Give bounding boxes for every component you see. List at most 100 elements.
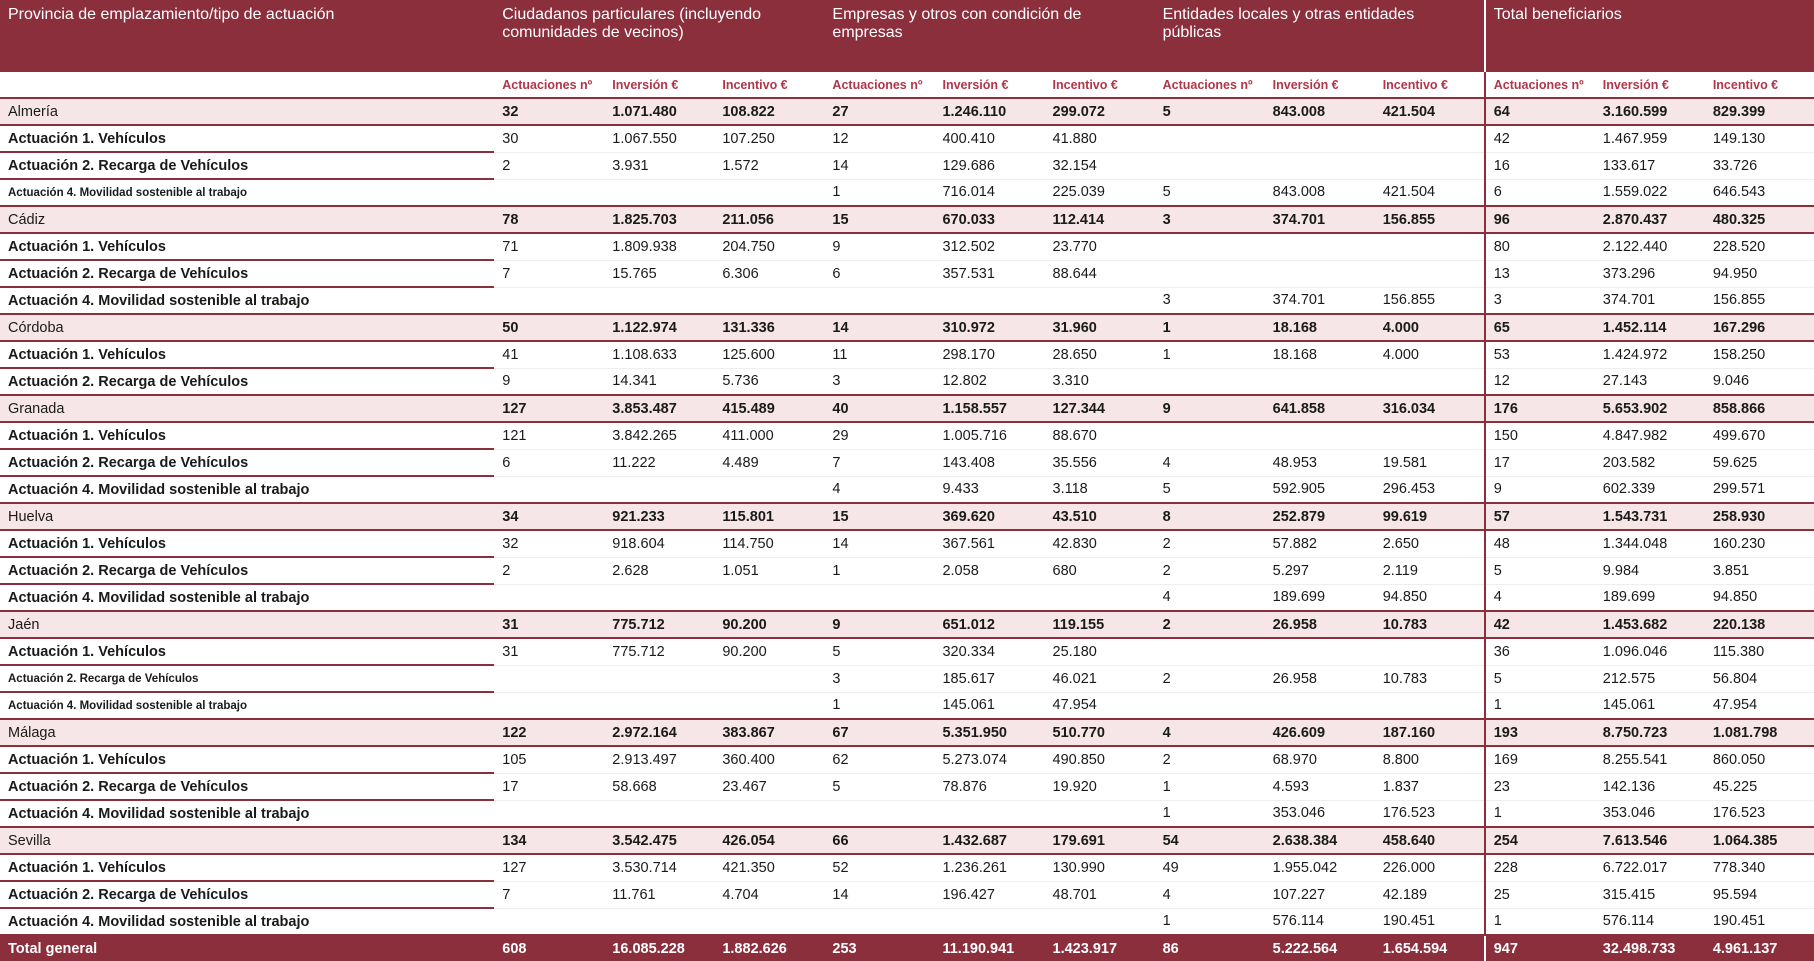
actuaciones-cell: 122 bbox=[494, 719, 605, 747]
actuaciones-cell bbox=[824, 287, 935, 315]
incentivo-cell: 131.336 bbox=[714, 314, 825, 342]
inversion-cell: 1.467.959 bbox=[1594, 125, 1705, 153]
actuation-row: Actuación 2. Recarga de Vehículos 2 2.628 1… bbox=[0, 557, 1814, 585]
inversion-cell: 143.408 bbox=[934, 449, 1045, 477]
incentivo-cell: 115.801 bbox=[714, 503, 825, 531]
actuaciones-cell: 4 bbox=[1483, 584, 1595, 612]
incentivo-cell bbox=[1044, 908, 1155, 936]
incentivo-cell: 1.654.594 bbox=[1374, 935, 1485, 961]
inversion-cell: 1.809.938 bbox=[604, 233, 715, 261]
actuaciones-cell bbox=[1154, 260, 1265, 288]
actuaciones-subheader: Actuaciones nº bbox=[494, 72, 605, 99]
inversion-cell bbox=[604, 287, 715, 315]
inversion-cell: 312.502 bbox=[934, 233, 1045, 261]
incentivo-cell: 1.081.798 bbox=[1704, 719, 1814, 747]
subheader-blank bbox=[0, 72, 495, 99]
inversion-cell bbox=[1264, 638, 1375, 666]
actuaciones-cell bbox=[494, 800, 605, 828]
inversion-cell: 1.096.046 bbox=[1594, 638, 1705, 666]
actuaciones-cell: 2 bbox=[1154, 530, 1265, 558]
actuaciones-cell bbox=[1154, 422, 1265, 450]
actuation-row: Actuación 4. Movilidad sostenible al tra… bbox=[0, 800, 1814, 828]
actuaciones-cell bbox=[494, 665, 605, 693]
inversion-cell: 5.273.074 bbox=[934, 746, 1045, 774]
actuaciones-cell: 7 bbox=[824, 449, 935, 477]
actuaciones-cell: 25 bbox=[1483, 881, 1595, 909]
inversion-cell: 18.168 bbox=[1264, 341, 1375, 369]
incentivo-cell bbox=[1044, 584, 1155, 612]
actuaciones-cell: 1 bbox=[824, 557, 935, 585]
inversion-cell: 374.701 bbox=[1264, 287, 1375, 315]
actuation-label: Actuación 2. Recarga de Vehículos bbox=[0, 368, 495, 396]
actuation-label: Actuación 4. Movilidad sostenible al tra… bbox=[0, 179, 495, 207]
actuaciones-cell bbox=[494, 476, 605, 504]
actuaciones-cell: 48 bbox=[1483, 530, 1595, 558]
inversion-cell: 189.699 bbox=[1594, 584, 1705, 612]
actuaciones-cell: 2 bbox=[494, 557, 605, 585]
inversion-cell: 8.750.723 bbox=[1594, 719, 1705, 747]
incentivo-cell bbox=[1374, 152, 1485, 180]
incentivo-cell: 1.882.626 bbox=[714, 935, 825, 961]
actuaciones-cell: 2 bbox=[1154, 665, 1265, 693]
inversion-cell: 1.158.557 bbox=[934, 395, 1045, 423]
incentivo-cell: 225.039 bbox=[1044, 179, 1155, 207]
incentivo-cell bbox=[714, 287, 825, 315]
actuaciones-cell: 9 bbox=[494, 368, 605, 396]
inversion-cell bbox=[1264, 260, 1375, 288]
incentivo-cell: 48.701 bbox=[1044, 881, 1155, 909]
inversion-cell: 1.452.114 bbox=[1594, 314, 1705, 342]
incentivo-subheader: Incentivo € bbox=[714, 72, 825, 99]
actuaciones-cell: 32 bbox=[494, 98, 605, 126]
inversion-cell: 315.415 bbox=[1594, 881, 1705, 909]
incentivo-cell: 108.822 bbox=[714, 98, 825, 126]
inversion-cell: 843.008 bbox=[1264, 98, 1375, 126]
actuaciones-cell bbox=[1154, 125, 1265, 153]
actuaciones-cell: 13 bbox=[1483, 260, 1595, 288]
actuaciones-cell: 9 bbox=[1483, 476, 1595, 504]
province-name: Málaga bbox=[0, 719, 495, 747]
incentivo-cell: 190.451 bbox=[1374, 908, 1485, 936]
incentivo-cell: 28.650 bbox=[1044, 341, 1155, 369]
incentivo-cell: 4.489 bbox=[714, 449, 825, 477]
incentivo-cell: 4.961.137 bbox=[1704, 935, 1814, 961]
inversion-cell: 298.170 bbox=[934, 341, 1045, 369]
actuaciones-cell: 3 bbox=[824, 368, 935, 396]
inversion-cell: 651.012 bbox=[934, 611, 1045, 639]
inversion-cell: 11.761 bbox=[604, 881, 715, 909]
incentivo-cell bbox=[1374, 260, 1485, 288]
inversion-cell: 320.334 bbox=[934, 638, 1045, 666]
actuaciones-cell: 65 bbox=[1483, 314, 1595, 342]
inversion-cell: 3.542.475 bbox=[604, 827, 715, 855]
inversion-cell bbox=[934, 287, 1045, 315]
actuation-label: Actuación 1. Vehículos bbox=[0, 530, 495, 558]
inversion-cell: 26.958 bbox=[1264, 611, 1375, 639]
incentivo-cell: 3.118 bbox=[1044, 476, 1155, 504]
actuaciones-cell bbox=[1154, 152, 1265, 180]
incentivo-cell: 4.000 bbox=[1374, 341, 1485, 369]
incentivo-cell: 19.581 bbox=[1374, 449, 1485, 477]
inversion-cell: 592.905 bbox=[1264, 476, 1375, 504]
inversion-cell: 374.701 bbox=[1264, 206, 1375, 234]
actuaciones-cell: 15 bbox=[824, 503, 935, 531]
incentivo-cell: 112.414 bbox=[1044, 206, 1155, 234]
inversion-cell: 4.847.982 bbox=[1594, 422, 1705, 450]
incentivo-cell: 360.400 bbox=[714, 746, 825, 774]
incentivo-cell: 46.021 bbox=[1044, 665, 1155, 693]
inversion-cell: 921.233 bbox=[604, 503, 715, 531]
inversion-cell: 1.067.550 bbox=[604, 125, 715, 153]
actuaciones-cell: 254 bbox=[1483, 827, 1595, 855]
incentivo-cell bbox=[714, 665, 825, 693]
actuation-row: Actuación 2. Recarga de Vehículos 6 11.222… bbox=[0, 449, 1814, 477]
actuaciones-cell: 96 bbox=[1483, 206, 1595, 234]
actuaciones-cell: 134 bbox=[494, 827, 605, 855]
inversion-subheader: Inversión € bbox=[604, 72, 715, 99]
incentivo-cell: 858.866 bbox=[1704, 395, 1814, 423]
inversion-cell: 5.351.950 bbox=[934, 719, 1045, 747]
incentivo-cell: 829.399 bbox=[1704, 98, 1814, 126]
incentivo-cell bbox=[714, 179, 825, 207]
actuation-row: Actuación 1. Vehículos 41 1.108.633 125.600… bbox=[0, 341, 1814, 369]
actuaciones-cell: 11 bbox=[824, 341, 935, 369]
actuaciones-cell bbox=[1154, 638, 1265, 666]
incentivo-cell: 8.800 bbox=[1374, 746, 1485, 774]
actuaciones-cell: 6 bbox=[824, 260, 935, 288]
